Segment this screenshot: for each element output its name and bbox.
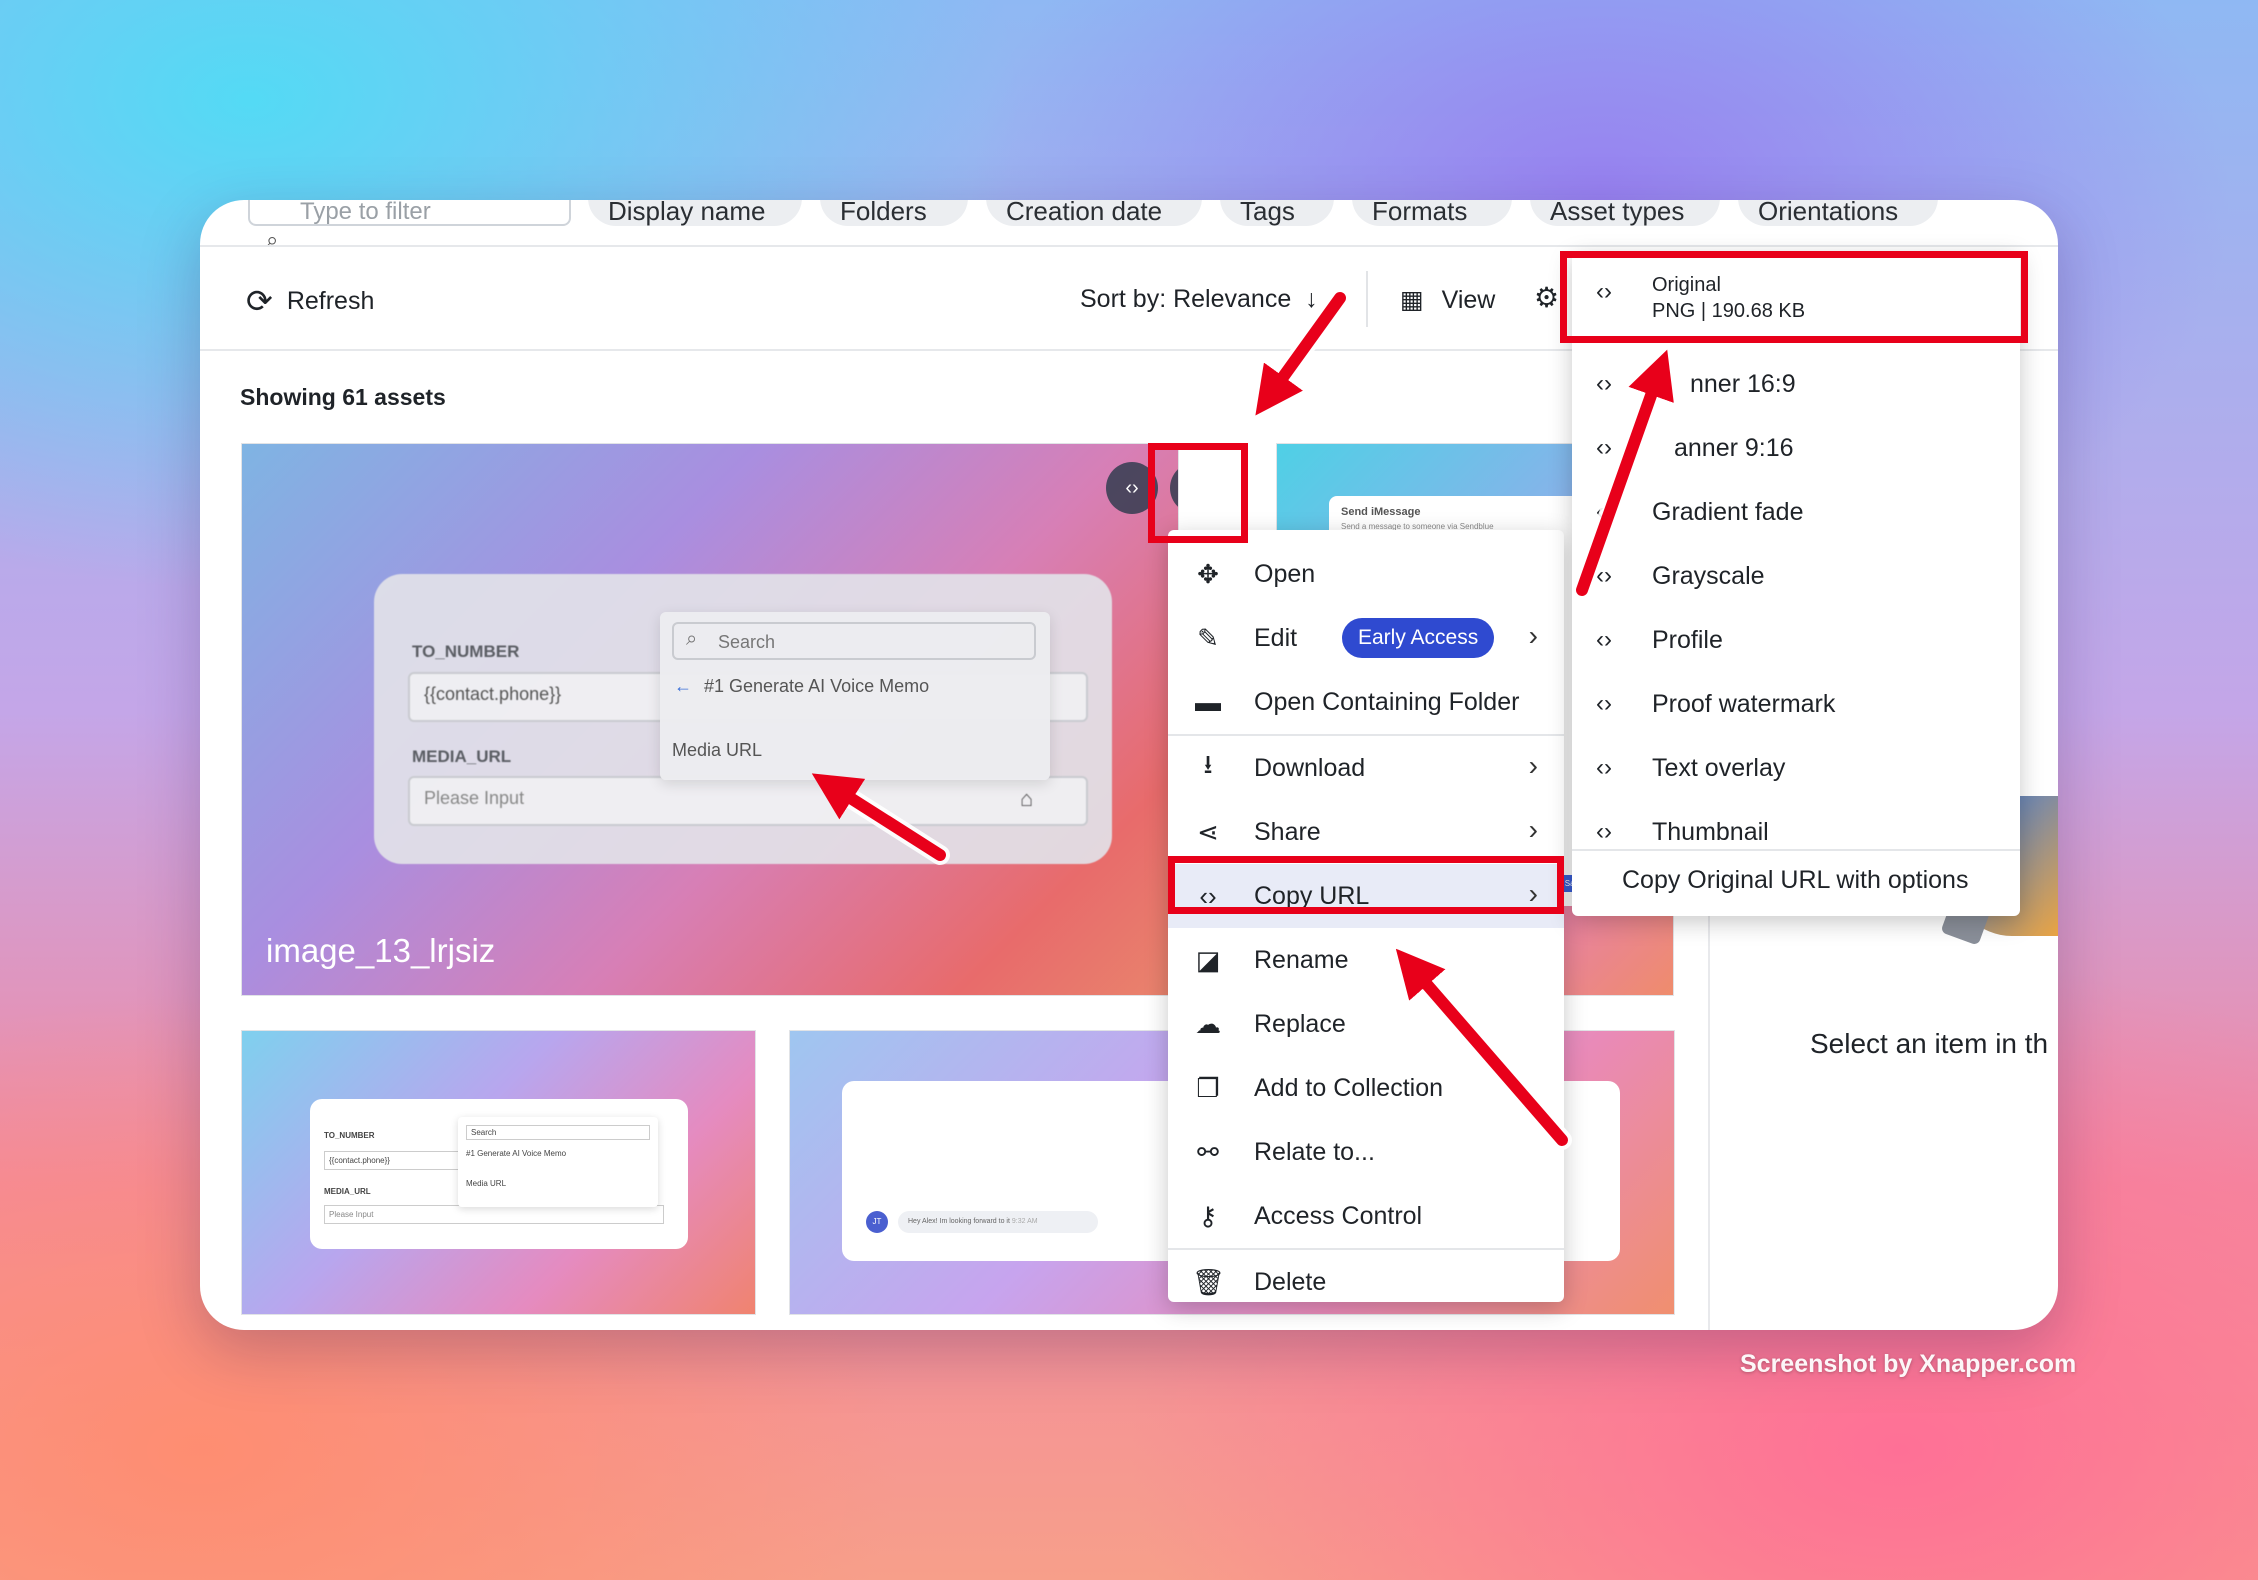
arrow-to-original	[1576, 349, 1674, 596]
arrow-to-more-button	[1255, 292, 1346, 416]
arrow-to-copy-url	[1395, 948, 1568, 1146]
watermark: Screenshot by Xnapper.com	[1740, 1350, 2077, 1378]
arrow-to-media-url	[811, 773, 946, 861]
annotation-arrows	[811, 288, 1674, 1150]
